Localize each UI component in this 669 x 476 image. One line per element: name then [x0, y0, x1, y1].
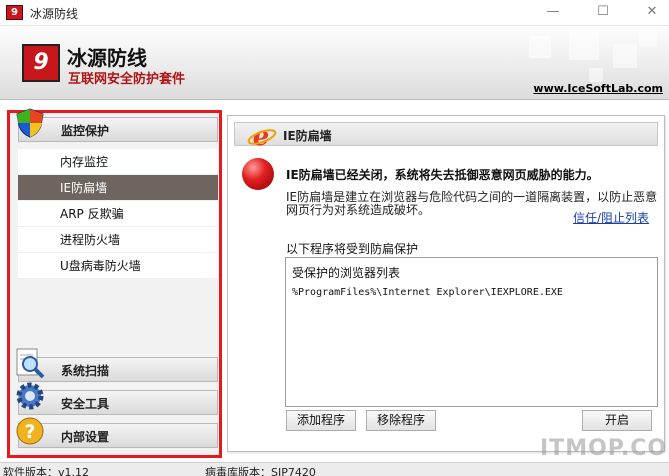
- website-link[interactable]: www.IceSoftLab.com: [533, 82, 663, 95]
- virus-db-version: 病毒库版本：SIP7420: [205, 466, 316, 476]
- group-security-tools[interactable]: 安全工具: [18, 390, 218, 415]
- status-bar: 软件版本：v1.12 病毒库版本：SIP7420: [0, 462, 669, 476]
- software-version: 软件版本：v1.12: [3, 466, 90, 476]
- app-subtitle: 互联网安全防护套件: [68, 72, 186, 87]
- svg-text:e: e: [253, 122, 270, 152]
- watermark: ITMOP.COM: [540, 436, 669, 461]
- group-monitor-protection[interactable]: 监控保护: [18, 117, 218, 142]
- warning-title: IE防扁墙已经关闭，系统将失去抵御恶意网页威胁的能力。: [286, 168, 599, 182]
- list-item[interactable]: %ProgramFiles%\Internet Explorer\IEXPLOR…: [292, 287, 563, 298]
- sidebar: 监控保护 内存监控 IE防扁墙 ARP 反欺骗 进程防火墙 U盘病毒防火墙 系统…: [7, 108, 222, 458]
- monitor-menu-list: 内存监控 IE防扁墙 ARP 反欺骗 进程防火墙 U盘病毒防火墙: [18, 149, 218, 279]
- trust-block-list-link[interactable]: 信任/阻止列表: [573, 209, 649, 226]
- group-label: 安全工具: [61, 397, 110, 411]
- group-label: 监控保护: [61, 124, 110, 138]
- sidebar-item-process-firewall[interactable]: 进程防火墙: [18, 227, 218, 253]
- protected-list-label: 以下程序将受到防扁保护: [286, 242, 419, 256]
- close-button[interactable]: ✕: [641, 3, 663, 21]
- svg-text:?: ?: [24, 421, 35, 443]
- group-label: 系统扫描: [61, 364, 110, 378]
- panel-title: IE防扁墙: [283, 129, 332, 143]
- sidebar-item-memory-monitor[interactable]: 内存监控: [18, 149, 218, 175]
- sidebar-item-ie-firewall[interactable]: IE防扁墙: [18, 175, 218, 201]
- group-internal-settings[interactable]: 内部设置: [18, 423, 218, 448]
- app-name: 冰源防线: [67, 46, 147, 70]
- remove-program-button[interactable]: 移除程序: [366, 410, 436, 431]
- window-title: 冰源防线: [30, 7, 79, 21]
- list-header: 受保护的浏览器列表: [292, 266, 401, 280]
- app-logo-icon: 9: [6, 5, 23, 20]
- add-program-button[interactable]: 添加程序: [286, 410, 356, 431]
- header-banner: 9 冰源防线 互联网安全防护套件 www.IceSoftLab.com: [0, 26, 669, 100]
- group-system-scan[interactable]: 系统扫描: [18, 357, 218, 382]
- group-label: 内部设置: [61, 430, 110, 444]
- ie-logo-icon: e: [247, 122, 277, 152]
- sidebar-item-arp-antispoof[interactable]: ARP 反欺骗: [18, 201, 218, 227]
- maximize-button[interactable]: ☐: [592, 3, 614, 21]
- help-icon: ?: [16, 417, 44, 445]
- brand-logo-icon: 9: [22, 44, 60, 82]
- sidebar-item-usb-firewall[interactable]: U盘病毒防火墙: [18, 253, 218, 279]
- protected-browser-list[interactable]: 受保护的浏览器列表 %ProgramFiles%\Internet Explor…: [285, 257, 658, 407]
- status-red-light-icon: [242, 158, 274, 190]
- title-bar: 9 冰源防线 — ☐ ✕: [0, 0, 669, 26]
- shield-icon: [16, 108, 44, 138]
- main-panel: e IE防扁墙 IE防扁墙已经关闭，系统将失去抵御恶意网页威胁的能力。 IE防扁…: [227, 115, 665, 452]
- gear-icon: [16, 382, 44, 410]
- panel-header: e IE防扁墙: [234, 122, 658, 152]
- enable-button[interactable]: 开启: [582, 410, 652, 431]
- magnifier-icon: [16, 348, 45, 379]
- minimize-button[interactable]: —: [542, 3, 564, 21]
